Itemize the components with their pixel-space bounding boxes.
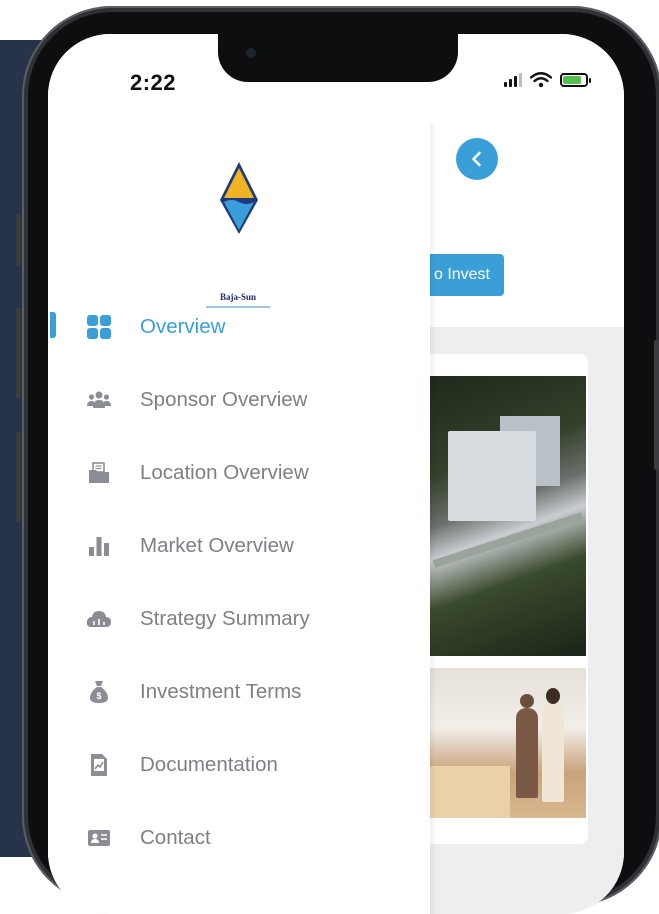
phone-power-button xyxy=(654,340,659,470)
back-button[interactable] xyxy=(456,138,498,180)
photo-building xyxy=(448,431,536,521)
battery-level xyxy=(563,76,581,84)
menu-item-label: Strategy Summary xyxy=(140,607,310,630)
bar-chart-icon xyxy=(86,533,112,559)
contact-card-icon xyxy=(86,825,112,851)
photo-person xyxy=(516,708,538,798)
photo-counter xyxy=(430,766,510,818)
status-icons xyxy=(504,72,591,88)
menu-item-contact[interactable]: Contact xyxy=(48,809,430,867)
wifi-icon xyxy=(530,72,552,88)
menu-item-investment-terms[interactable]: $ Investment Terms xyxy=(48,663,430,721)
photo-head xyxy=(520,694,534,708)
phone-notch xyxy=(218,34,458,82)
menu-item-market-overview[interactable]: Market Overview xyxy=(48,517,430,575)
menu-item-label: Overview xyxy=(140,315,226,338)
menu-item-strategy-summary[interactable]: Strategy Summary xyxy=(48,590,430,648)
cellular-signal-icon xyxy=(504,73,522,87)
front-camera xyxy=(246,48,256,58)
document-chart-icon xyxy=(86,752,112,778)
users-icon xyxy=(86,387,112,413)
photo-person xyxy=(542,702,564,802)
menu-item-label: Sponsor Overview xyxy=(140,388,308,411)
navigation-drawer: Baja-Sun Overview Sponsor Overview Locat… xyxy=(48,122,430,914)
phone-side-button xyxy=(16,308,21,398)
menu-item-label: Market Overview xyxy=(140,534,294,557)
couple-shopping-photo xyxy=(430,668,586,818)
status-time: 2:22 xyxy=(130,70,177,95)
menu-item-label: Contact xyxy=(140,826,211,849)
svg-text:$: $ xyxy=(96,691,101,701)
photo-head xyxy=(546,688,560,704)
menu-item-location-overview[interactable]: Location Overview xyxy=(48,444,430,502)
menu-item-documentation[interactable]: Documentation xyxy=(48,736,430,794)
chevron-left-icon xyxy=(472,151,481,167)
grid-icon xyxy=(86,314,112,340)
menu-item-sponsor-overview[interactable]: Sponsor Overview xyxy=(48,371,430,429)
baja-sun-logo xyxy=(220,162,258,234)
phone-screen: o Invest Baja-Sun Overview Sponsor Overv… xyxy=(48,34,624,914)
menu-item-label: Location Overview xyxy=(140,461,309,484)
menu-item-label: Investment Terms xyxy=(140,680,302,703)
battery-icon xyxy=(560,73,591,87)
cloud-icon xyxy=(86,606,112,632)
menu-item-overview[interactable]: Overview xyxy=(48,298,430,356)
phone-side-button xyxy=(16,432,21,522)
money-bag-icon: $ xyxy=(86,679,112,705)
resort-aerial-photo xyxy=(430,376,586,656)
menu-item-label: Documentation xyxy=(140,753,278,776)
folder-icon xyxy=(86,460,112,486)
phone-side-button xyxy=(16,214,21,266)
